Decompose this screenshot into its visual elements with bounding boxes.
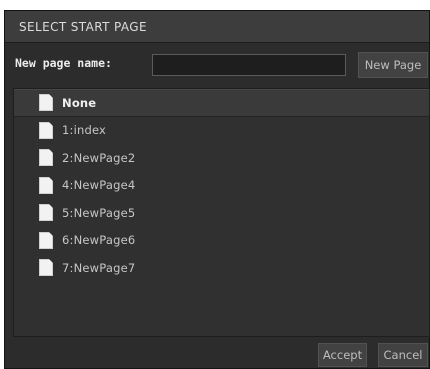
dialog-titlebar[interactable]: SELECT START PAGE	[5, 11, 429, 43]
list-item-newpage4[interactable]: 4:NewPage4	[14, 172, 429, 200]
list-item-newpage5[interactable]: 5:NewPage5	[14, 199, 429, 227]
dialog-footer: Accept Cancel	[5, 341, 429, 369]
accept-button[interactable]: Accept	[318, 343, 367, 367]
list-item-label: 1:index	[62, 123, 107, 138]
page-list[interactable]: None 1:index 2:NewPage2 4:NewPage4 5:New…	[13, 88, 430, 337]
list-item-newpage2[interactable]: 2:NewPage2	[14, 144, 429, 172]
list-item-newpage7[interactable]: 7:NewPage7	[14, 254, 429, 282]
page-icon	[39, 204, 53, 222]
page-icon	[39, 259, 53, 277]
new-page-name-label: New page name:	[15, 56, 112, 70]
page-icon	[39, 149, 53, 167]
page-icon	[39, 94, 53, 112]
page-icon	[39, 231, 53, 249]
list-item-label: 5:NewPage5	[62, 205, 136, 220]
select-start-page-dialog: SELECT START PAGE New page name: New Pag…	[4, 10, 430, 369]
new-page-row: New page name: New Page	[5, 51, 429, 81]
list-item-none[interactable]: None	[14, 89, 429, 117]
cancel-button[interactable]: Cancel	[378, 343, 428, 367]
list-item-label: 7:NewPage7	[62, 260, 136, 275]
new-page-button[interactable]: New Page	[358, 52, 428, 78]
list-item-label: 2:NewPage2	[62, 150, 136, 165]
list-item-label: 6:NewPage6	[62, 233, 136, 248]
page-icon	[39, 121, 53, 139]
page-icon	[39, 176, 53, 194]
list-item-label: 4:NewPage4	[62, 178, 136, 193]
list-item-newpage6[interactable]: 6:NewPage6	[14, 227, 429, 255]
list-item-index[interactable]: 1:index	[14, 117, 429, 145]
list-item-label: None	[62, 95, 97, 110]
new-page-name-input[interactable]	[152, 54, 346, 76]
dialog-title: SELECT START PAGE	[19, 20, 147, 34]
